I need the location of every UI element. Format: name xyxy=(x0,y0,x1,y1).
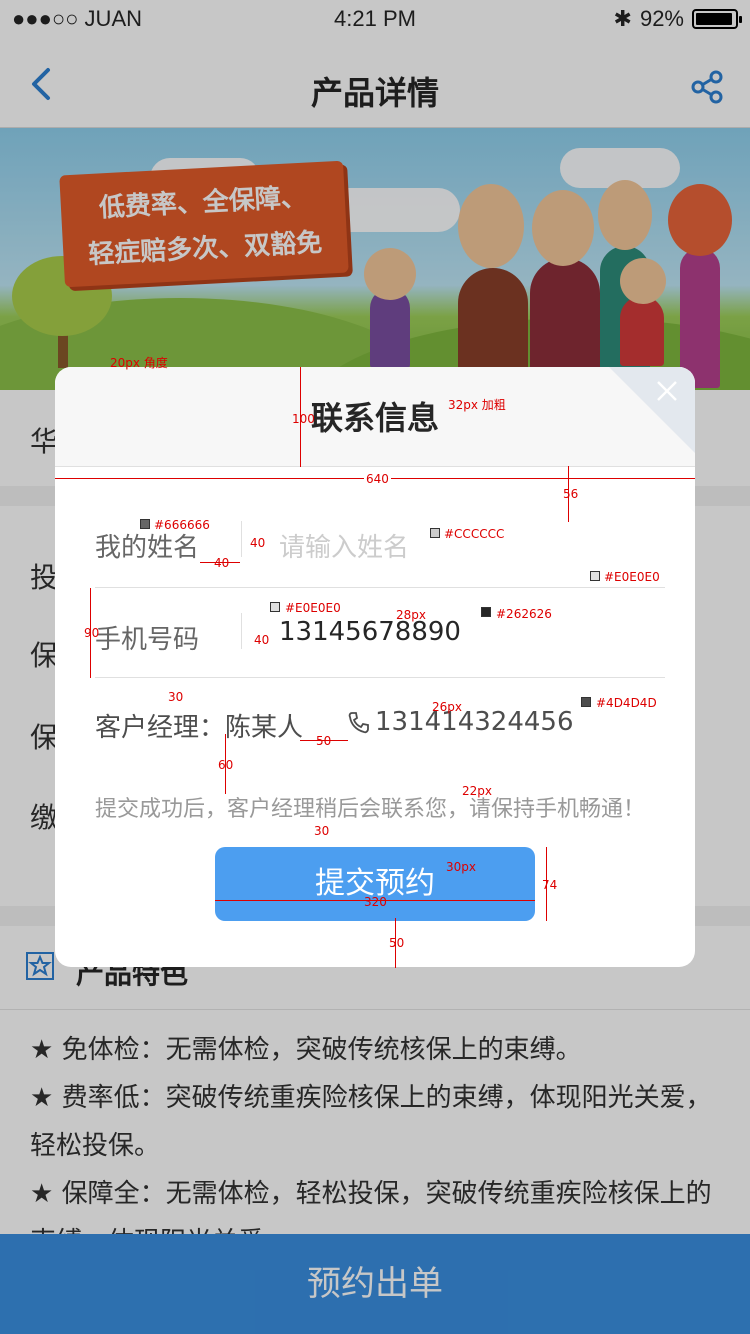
annotation: 30px xyxy=(446,860,476,874)
phone-row: 手机号码 13145678890 xyxy=(95,615,665,655)
annotation: 90 xyxy=(84,626,100,640)
color-swatch xyxy=(581,697,591,707)
close-icon[interactable] xyxy=(653,377,681,405)
manager-label: 客户经理：陈某人 xyxy=(95,713,304,743)
annotation-line xyxy=(300,740,348,741)
name-input[interactable]: 请输入姓名 xyxy=(279,527,409,564)
color-swatch xyxy=(590,571,600,581)
row-divider xyxy=(95,677,665,678)
annotation: #CCCCCC xyxy=(444,527,505,541)
annotation: 30 xyxy=(314,824,330,838)
annotation: #E0E0E0 xyxy=(604,570,660,584)
phone-label: 手机号码 xyxy=(95,625,200,655)
annotation: 320 xyxy=(364,895,387,909)
annotation: 50 xyxy=(389,936,405,950)
annotation: 26px xyxy=(432,700,462,714)
close-corner xyxy=(609,367,695,453)
annotation: 50 xyxy=(316,734,332,748)
color-swatch xyxy=(481,607,491,617)
annotation: 56 xyxy=(563,487,579,501)
manager-row: 客户经理：陈某人 131414324456 xyxy=(95,707,665,747)
name-label: 我的姓名 xyxy=(95,533,200,563)
submit-button[interactable]: 提交预约 xyxy=(215,847,535,921)
annotation: #E0E0E0 xyxy=(285,601,341,615)
phone-divider xyxy=(241,613,242,649)
annotation: 32px 加粗 xyxy=(448,398,506,412)
phone-icon[interactable] xyxy=(347,711,371,735)
manager-phone-link[interactable]: 131414324456 xyxy=(375,707,574,737)
color-swatch xyxy=(270,602,280,612)
annotation: 30 xyxy=(168,690,184,704)
color-swatch xyxy=(140,519,150,529)
name-divider xyxy=(241,521,242,557)
annotation: #666666 xyxy=(154,518,210,532)
annotation-line xyxy=(200,562,240,563)
annotation: 60 xyxy=(218,758,234,772)
contact-info-modal: 联系信息 我的姓名 请输入姓名 手机号码 13145678890 客户经理：陈某… xyxy=(55,367,695,967)
phone-input[interactable]: 13145678890 xyxy=(279,617,461,647)
annotation: 22px xyxy=(462,784,492,798)
annotation: 28px xyxy=(396,608,426,622)
annotation: 40 xyxy=(214,556,230,570)
annotation: 74 xyxy=(542,878,558,892)
annotation: 40 xyxy=(254,633,270,647)
annotation: #262626 xyxy=(496,607,552,621)
annotation: 640 xyxy=(364,472,391,486)
submit-note: 提交成功后，客户经理稍后会联系您，请保持手机畅通！ xyxy=(95,797,646,822)
annotation: 20px 角度 xyxy=(110,356,168,370)
modal-header: 联系信息 xyxy=(55,367,695,467)
annotation: #4D4D4D xyxy=(596,696,657,710)
annotation: 100 xyxy=(292,412,315,426)
modal-title: 联系信息 xyxy=(310,399,439,437)
color-swatch xyxy=(430,528,440,538)
row-divider xyxy=(95,587,665,588)
annotation: 40 xyxy=(250,536,266,550)
